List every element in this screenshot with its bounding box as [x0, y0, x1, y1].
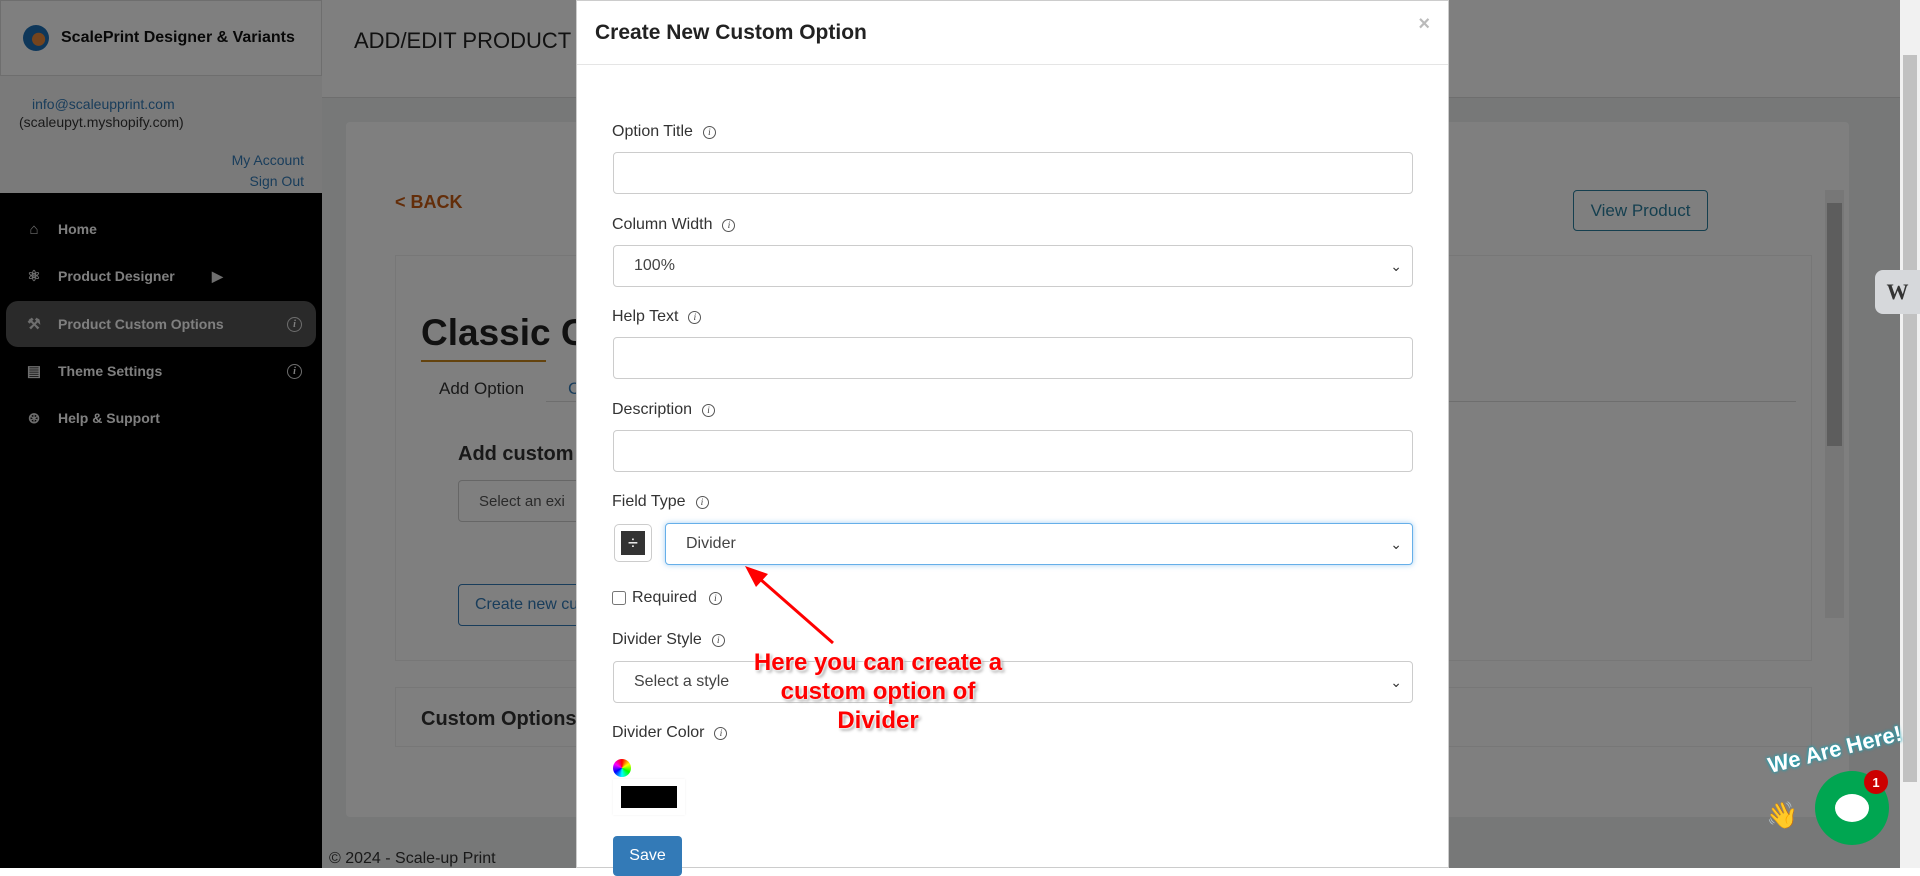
annotation-line: Here you can create a [753, 649, 1003, 676]
annotation-arrow [745, 566, 834, 645]
annotation-line: custom option of [780, 678, 976, 705]
annotation-line: Divider [837, 707, 919, 734]
chat-badge: 1 [1864, 770, 1888, 794]
wave-hand-icon: 👋 [1766, 800, 1799, 830]
chat-bubble-icon [1835, 794, 1869, 822]
